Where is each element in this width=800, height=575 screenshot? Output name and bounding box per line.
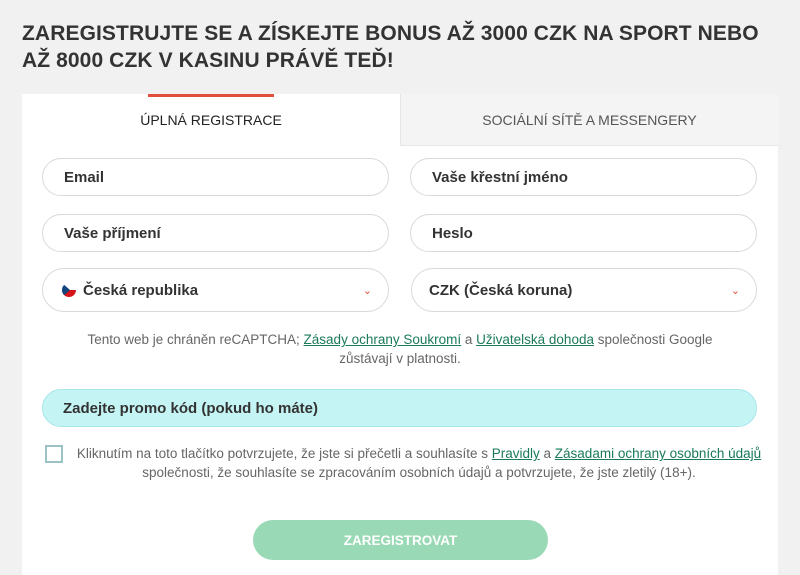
- consent-text-part: společnosti, že souhlasíte se zpracování…: [142, 465, 696, 480]
- tab-label: SOCIÁLNÍ SÍTĚ A MESSENGERY: [482, 111, 697, 128]
- recaptcha-text: a: [461, 332, 477, 347]
- consent-text: Kliknutím na toto tlačítko potvrzujete, …: [74, 444, 764, 482]
- last-name-field[interactable]: [42, 214, 389, 252]
- czech-flag-icon: [62, 283, 76, 297]
- chevron-down-icon: ⌄: [730, 284, 740, 297]
- consent-text-part: Kliknutím na toto tlačítko potvrzujete, …: [76, 446, 492, 461]
- first-name-field[interactable]: [410, 158, 757, 196]
- tab-social-networks[interactable]: SOCIÁLNÍ SÍTĚ A MESSENGERY: [400, 94, 778, 146]
- register-button[interactable]: ZAREGISTROVAT: [253, 520, 548, 560]
- google-privacy-link[interactable]: Zásady ochrany Soukromí: [304, 332, 462, 347]
- recaptcha-text: Tento web je chráněn reCAPTCHA;: [87, 332, 304, 347]
- promo-code-toggle[interactable]: Zadejte promo kód (pokud ho máte): [42, 389, 757, 427]
- country-value: Česká republika: [83, 281, 199, 299]
- last-name-input[interactable]: [62, 223, 388, 243]
- registration-form: ÚPLNÁ REGISTRACE SOCIÁLNÍ SÍTĚ A MESSENG…: [22, 94, 778, 575]
- consent-text-part: a: [539, 446, 555, 461]
- tab-full-registration[interactable]: ÚPLNÁ REGISTRACE: [22, 94, 400, 146]
- currency-select[interactable]: CZK (Česká koruna) ⌄: [411, 268, 757, 312]
- active-tab-indicator: [148, 94, 274, 97]
- email-field[interactable]: [42, 158, 389, 196]
- currency-value: CZK (Česká koruna): [429, 281, 573, 299]
- page-title: ZAREGISTRUJTE SE A ZÍSKEJTE BONUS AŽ 300…: [22, 22, 759, 72]
- email-input[interactable]: [62, 167, 388, 187]
- first-name-input[interactable]: [430, 167, 756, 187]
- country-select[interactable]: Česká republika ⌄: [42, 268, 389, 312]
- consent-checkbox[interactable]: [45, 445, 63, 463]
- promo-code-label: Zadejte promo kód (pokud ho máte): [63, 399, 319, 417]
- password-field[interactable]: [410, 214, 757, 252]
- password-input[interactable]: [430, 223, 756, 243]
- register-button-label: ZAREGISTROVAT: [343, 532, 458, 548]
- tab-label: ÚPLNÁ REGISTRACE: [140, 112, 282, 128]
- recaptcha-notice: Tento web je chráněn reCAPTCHA; Zásady o…: [62, 330, 738, 368]
- rules-link[interactable]: Pravidly: [492, 446, 540, 461]
- privacy-policy-link[interactable]: Zásadami ochrany osobních údajů: [555, 446, 761, 461]
- chevron-down-icon: ⌄: [362, 284, 372, 297]
- registration-tabs: ÚPLNÁ REGISTRACE SOCIÁLNÍ SÍTĚ A MESSENG…: [22, 94, 778, 146]
- google-terms-link[interactable]: Uživatelská dohoda: [476, 332, 594, 347]
- country-selected: Česká republika: [62, 282, 198, 299]
